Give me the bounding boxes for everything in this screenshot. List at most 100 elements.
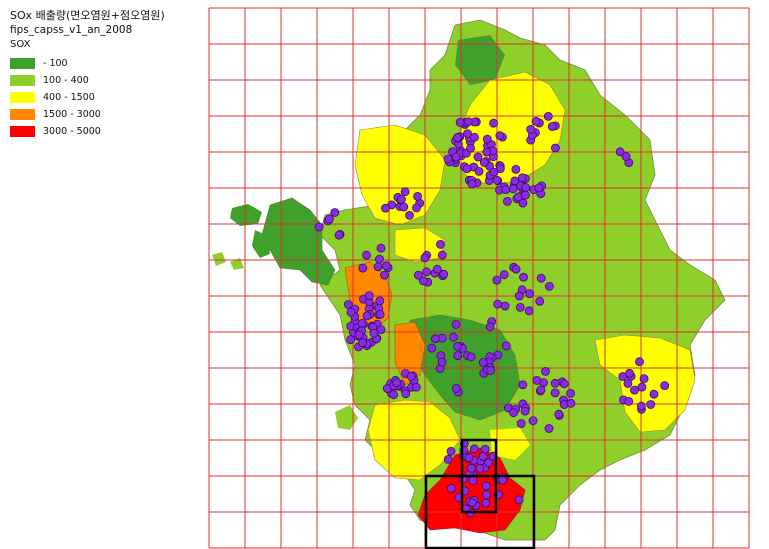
emission-point — [362, 311, 372, 321]
emission-point — [446, 446, 456, 456]
emission-point — [524, 306, 534, 316]
emission-point — [346, 307, 356, 317]
emission-point — [514, 291, 524, 301]
emission-point — [515, 302, 525, 312]
region-island-1 — [230, 204, 262, 226]
emission-point — [346, 335, 356, 345]
emission-point — [437, 250, 447, 260]
emission-point — [482, 490, 492, 500]
emission-point — [453, 341, 462, 351]
emission-point — [625, 368, 634, 378]
emission-point — [357, 318, 367, 328]
emission-point — [518, 380, 528, 390]
emission-point — [422, 267, 431, 277]
emission-point — [520, 406, 530, 416]
emission-point — [401, 389, 411, 399]
emission-point — [482, 134, 492, 144]
emission-point — [473, 152, 483, 162]
emission-point — [376, 243, 386, 253]
emission-point — [448, 332, 458, 342]
emission-point — [636, 401, 646, 411]
emission-point — [511, 264, 521, 274]
emission-point — [334, 230, 344, 240]
emission-point — [466, 352, 476, 362]
emission-point — [439, 269, 449, 279]
emission-point — [534, 183, 544, 193]
emission-point — [380, 270, 389, 280]
emission-point — [479, 158, 489, 167]
emission-point — [375, 296, 385, 306]
emission-point — [399, 202, 409, 212]
emission-point — [411, 382, 421, 392]
emission-point — [517, 173, 527, 183]
emission-point — [482, 147, 492, 157]
emission-point — [451, 319, 461, 329]
emission-point — [493, 299, 503, 309]
emission-point — [543, 112, 553, 121]
emission-point — [446, 484, 456, 493]
emission-point — [470, 132, 479, 142]
emission-point — [513, 192, 523, 202]
island-3 — [335, 405, 358, 430]
emission-point — [526, 124, 536, 134]
emission-point — [500, 301, 510, 311]
emission-point — [389, 390, 399, 400]
emission-point — [521, 190, 530, 200]
emission-point — [566, 398, 576, 408]
emission-point — [413, 270, 423, 280]
emission-point — [463, 117, 473, 127]
emission-point — [375, 254, 384, 264]
emission-point — [489, 167, 499, 177]
emission-point — [443, 454, 453, 464]
emission-point — [392, 378, 402, 388]
emission-point — [413, 191, 423, 201]
emission-point — [492, 175, 502, 185]
emission-point — [474, 166, 484, 176]
emission-point — [498, 475, 508, 485]
emission-point — [436, 239, 445, 249]
emission-point — [660, 381, 670, 391]
emission-point — [486, 365, 496, 375]
emission-point — [528, 416, 538, 426]
emission-point — [478, 452, 488, 461]
emission-point — [406, 371, 416, 381]
emission-point — [453, 351, 463, 361]
emission-point — [464, 453, 474, 463]
emission-point — [381, 203, 390, 213]
emission-point — [462, 164, 472, 174]
emission-point — [381, 261, 391, 271]
emission-point — [544, 424, 554, 433]
emission-point — [621, 152, 631, 161]
emission-point — [466, 463, 476, 473]
map-canvas — [208, 7, 750, 549]
emission-point — [550, 388, 560, 398]
emission-point — [314, 222, 324, 232]
emission-point — [451, 383, 461, 393]
emission-point — [467, 498, 477, 508]
emission-point — [551, 143, 560, 153]
emission-point — [635, 357, 644, 367]
emission-point — [637, 382, 647, 392]
emission-point — [495, 131, 505, 141]
emission-point — [547, 122, 557, 131]
emission-point — [358, 338, 367, 348]
emission-point — [354, 330, 364, 340]
emission-point — [466, 143, 476, 153]
emission-point — [532, 375, 542, 385]
emission-point — [531, 116, 541, 126]
emission-point — [489, 118, 499, 128]
emission-point — [525, 289, 535, 299]
emission-point — [443, 154, 453, 164]
emission-point — [481, 481, 491, 491]
emission-point — [400, 187, 410, 197]
emission-point — [324, 214, 334, 224]
emission-point — [536, 273, 546, 283]
emission-point — [554, 409, 564, 419]
emission-point — [396, 195, 406, 204]
emission-point — [455, 118, 465, 127]
emission-point — [566, 388, 575, 398]
emission-point — [559, 379, 569, 389]
emission-point — [639, 374, 649, 384]
emission-point — [630, 385, 639, 395]
emission-point — [451, 152, 461, 162]
